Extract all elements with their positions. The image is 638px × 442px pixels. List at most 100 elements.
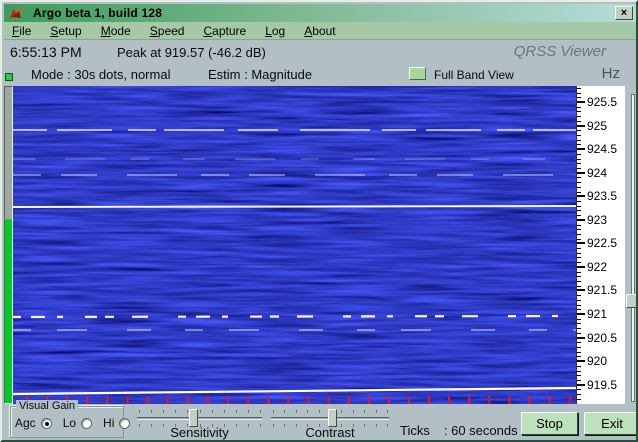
scale-minor-tick — [577, 144, 581, 146]
radio-agc[interactable] — [40, 417, 52, 429]
control-panel: Visual Gain Agc Lo Hi Sensitivity Contrast… — [4, 400, 636, 440]
visual-gain-radios: Agc Lo Hi — [15, 416, 136, 430]
estim-readout: Estim : Magnitude — [208, 67, 313, 82]
close-button[interactable]: × — [615, 6, 633, 20]
scale-label: 921.5 — [587, 283, 618, 298]
menu-item-setup[interactable]: Setup — [48, 24, 83, 38]
scale-minor-tick — [577, 276, 581, 278]
scale-minor-tick — [577, 389, 581, 391]
scale-minor-tick — [577, 111, 581, 113]
ticks-readout: Ticks : 60 seconds — [400, 423, 518, 438]
sensitivity-ticks-top — [139, 410, 261, 413]
level-indicator-bar — [4, 86, 13, 404]
scale-minor-tick — [577, 342, 581, 344]
scale-label: 921 — [587, 307, 608, 321]
scale-label: 925 — [587, 118, 608, 133]
scale-minor-tick — [577, 351, 581, 353]
scale-major-tick — [577, 148, 585, 151]
scale-minor-tick — [577, 375, 581, 377]
menu-item-file[interactable]: File — [10, 24, 33, 38]
menu-item-about[interactable]: About — [302, 24, 337, 38]
scale-minor-tick — [577, 281, 581, 282]
scale-minor-tick — [577, 92, 581, 94]
radio-lo[interactable] — [81, 417, 93, 429]
scale-minor-tick — [577, 309, 581, 311]
scale-minor-tick — [577, 328, 581, 330]
scale-label: 923 — [587, 212, 608, 227]
ticks-label: Ticks — [400, 423, 430, 438]
scale-minor-tick — [577, 229, 581, 231]
scale-minor-tick — [577, 370, 581, 372]
scale-minor-tick — [577, 346, 581, 348]
slider-tick — [187, 410, 189, 413]
slider-tick — [307, 410, 309, 413]
slider-tick — [260, 410, 261, 413]
scale-minor-tick — [577, 233, 581, 235]
scale-minor-tick — [577, 224, 581, 226]
scale-minor-tick — [577, 257, 581, 259]
scale-minor-tick — [577, 130, 581, 132]
scale-minor-tick — [577, 167, 581, 169]
app-icon — [7, 6, 25, 20]
scale-minor-tick — [577, 210, 581, 212]
scale-minor-tick — [577, 186, 581, 188]
scale-label: 919.5 — [587, 377, 618, 392]
frequency-scale: 925.5 925 924.5 924 923.5 923 922.5 922 921.5 921… — [576, 86, 625, 408]
scale-minor-tick — [577, 135, 581, 136]
slider-tick — [223, 410, 225, 413]
scale-minor-tick — [577, 295, 581, 297]
radio-label-agc: Agc — [15, 416, 36, 430]
scale-minor-tick — [577, 248, 581, 249]
sensitivity-track[interactable] — [137, 417, 262, 420]
ticks-value: : 60 seconds — [443, 423, 518, 438]
scale-minor-tick — [577, 356, 581, 358]
radio-label-lo: Lo — [62, 416, 77, 430]
radio-hi[interactable] — [119, 417, 131, 429]
scale-minor-tick — [577, 365, 581, 367]
scale-minor-tick — [577, 238, 581, 240]
scale-major-tick — [577, 171, 585, 174]
scale-minor-tick — [577, 215, 581, 216]
scale-major-tick — [577, 195, 585, 198]
scale-major-tick — [577, 383, 585, 386]
frequency-offset-slider-track[interactable] — [631, 94, 635, 402]
slider-tick — [364, 410, 366, 413]
scale-label: 924 — [587, 165, 608, 180]
info-row: Mode : 30s dots, normal Estim : Magnitud… — [4, 64, 636, 86]
app-window: Argo beta 1, build 128 × File Setup Mode Sp… — [0, 0, 638, 442]
scale-minor-tick — [577, 106, 581, 108]
scale-minor-tick — [577, 191, 581, 193]
scale-major-tick — [577, 218, 585, 221]
scale-label: 920 — [587, 354, 608, 369]
scale-minor-tick — [577, 200, 581, 202]
clock-text: 6:55:13 PM — [10, 44, 82, 60]
scale-minor-tick — [577, 252, 581, 254]
slider-tick — [352, 410, 354, 413]
scale-label: 922.5 — [587, 236, 618, 251]
frequency-offset-slider-thumb[interactable] — [626, 294, 636, 308]
slider-tick — [318, 410, 320, 413]
scale-label: 924.5 — [587, 142, 618, 157]
slider-tick — [273, 410, 274, 413]
status-row: 6:55:13 PM Peak at 919.57 (-46.2 dB) QRS… — [4, 40, 636, 64]
stop-button[interactable]: Stop — [521, 412, 578, 435]
slider-tick — [295, 410, 297, 413]
scale-major-tick — [577, 289, 585, 292]
hz-unit-label: Hz — [601, 65, 620, 82]
slider-tick — [341, 410, 343, 413]
menu-item-speed[interactable]: Speed — [148, 24, 187, 38]
exit-button[interactable]: Exit — [584, 412, 636, 435]
menu-item-log[interactable]: Log — [263, 24, 287, 38]
menu-item-mode[interactable]: Mode — [99, 24, 133, 38]
scale-minor-tick — [577, 97, 581, 99]
slider-tick — [247, 410, 249, 413]
window-title: Argo beta 1, build 128 — [33, 6, 163, 20]
scale-label: 925.5 — [587, 95, 618, 109]
signal-trace-923.3hz — [13, 205, 576, 208]
full-band-view-button[interactable] — [409, 67, 426, 80]
scale-minor-tick — [577, 379, 581, 381]
scale-minor-tick — [577, 139, 581, 141]
menu-item-capture[interactable]: Capture — [201, 24, 248, 38]
scale-minor-tick — [577, 262, 581, 264]
slider-tick — [211, 410, 213, 413]
